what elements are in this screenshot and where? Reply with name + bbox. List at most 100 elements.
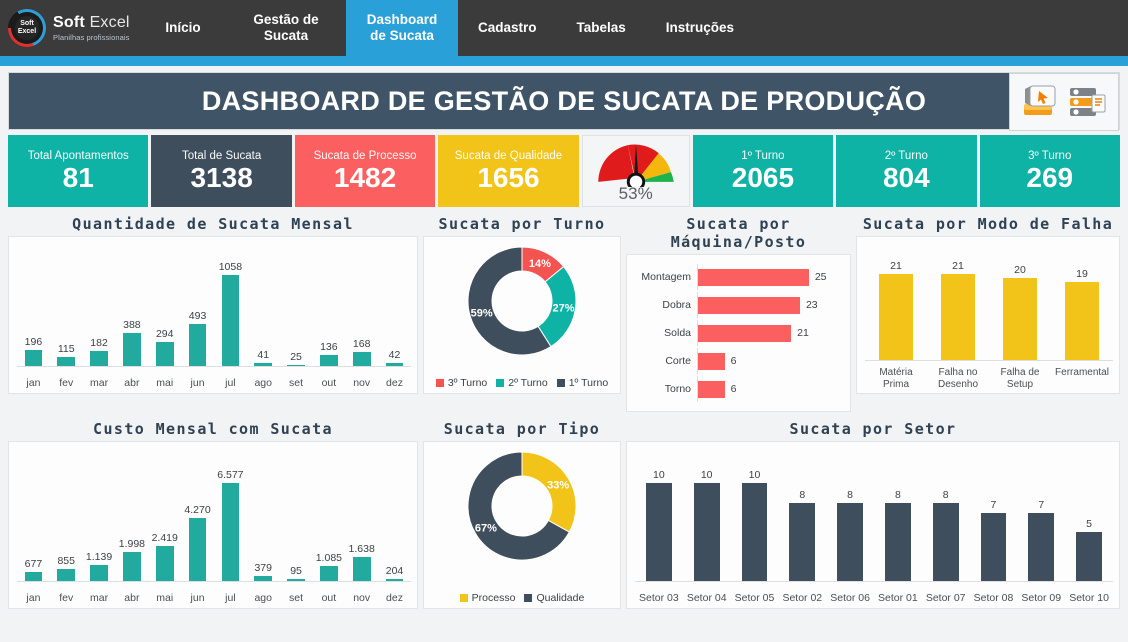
bar-column: 294 — [148, 243, 181, 367]
legend-swatch — [524, 594, 533, 602]
bar-value-label: 1.139 — [85, 550, 113, 563]
bar-column: 42 — [378, 243, 411, 367]
bar-value-label: 677 — [24, 557, 43, 570]
bar — [698, 268, 809, 286]
gauge-value-label: 53% — [618, 184, 653, 203]
brand-text: Soft Excel Planilhas profissionais — [53, 14, 130, 42]
bar-column: 7 — [970, 448, 1018, 582]
x-axis-tick-label: out — [321, 592, 337, 604]
logo-text-line2: Excel — [17, 28, 37, 35]
dashboard-root: Soft Excel Soft Excel Planilhas profissi… — [0, 0, 1128, 642]
nav-item-tabelas[interactable]: Tabelas — [557, 0, 646, 56]
bar — [741, 482, 768, 582]
bar-column: 21 — [927, 243, 989, 361]
column-chart: 677 855 1.139 1.998 2.419 4.270 6.577 379 95 1.08… — [9, 442, 417, 608]
bar-column: 19 — [1051, 243, 1113, 361]
bar — [1003, 277, 1037, 361]
database-icon[interactable] — [1067, 82, 1109, 122]
brand-logo[interactable]: Soft Excel Soft Excel Planilhas profissi… — [0, 0, 140, 56]
bar-column: 493 — [181, 243, 214, 367]
chart-sucata-por-turno: 14% 27% 59% 3º Turno 2º Turno 1º Turno — [423, 236, 621, 394]
kpi-value: 3138 — [190, 161, 253, 193]
x-axis-tick-label: jun — [190, 592, 205, 604]
legend-item[interactable]: 1º Turno — [556, 377, 608, 389]
nav-item-inicio[interactable]: Início — [140, 0, 226, 56]
bar-value-label: 1.998 — [118, 537, 146, 550]
bar — [932, 502, 959, 582]
kpi-value: 2065 — [731, 161, 795, 193]
x-axis-tick-label: abr — [124, 377, 140, 389]
bar-value-label: 7 — [1038, 498, 1045, 511]
legend-label: Processo — [471, 592, 516, 604]
x-axis-tick-label: abr — [124, 592, 140, 604]
nav-item-dashboard-sucata[interactable]: Dashboard de Sucata — [346, 0, 458, 56]
nav-item-instrucoes[interactable]: Instruções — [646, 0, 754, 56]
bar — [1065, 282, 1099, 361]
donut-chart: 33% 67% Processo Qualidade — [424, 442, 620, 608]
kpi-label: 3º Turno — [1028, 149, 1072, 162]
bar-value-label: 2.419 — [151, 531, 178, 544]
kpi-total-apontamentos: Total Apontamentos 81 — [8, 135, 149, 207]
title-icon-group — [1009, 73, 1119, 131]
x-axis-tick-label: mai — [156, 377, 174, 389]
kpi-label: Total de Sucata — [181, 149, 262, 162]
charts-row-1: Quantidade de Sucata Mensal 196 115 182 388… — [8, 213, 1120, 412]
chart-quantidade-mensal: 196 115 182 388 294 493 1058 41 25 136 168 42 jan fev… — [8, 236, 418, 394]
x-axis-tick-label: Setor 06 — [830, 592, 870, 604]
legend-item[interactable]: Qualidade — [524, 592, 584, 604]
x-axis-tick-label: nov — [353, 592, 371, 604]
x-axis-line — [17, 581, 411, 582]
bar — [123, 551, 141, 582]
screen-cursor-icon[interactable] — [1019, 82, 1061, 122]
bar-column: 8 — [874, 448, 922, 582]
column-chart: 10 10 10 8 8 8 8 7 7 5 Setor 03 Setor 04 Setor 05 Set… — [627, 442, 1119, 608]
bar — [90, 564, 108, 582]
kpi-label: Sucata de Qualidade — [454, 149, 563, 162]
x-axis-line — [635, 581, 1113, 582]
bar-value-label: 95 — [290, 565, 302, 578]
bar — [1076, 532, 1102, 582]
x-axis-tick-label: fev — [59, 377, 74, 389]
bar-column: 8 — [922, 448, 970, 582]
nav-item-gestao-sucata[interactable]: Gestão de Sucata — [226, 0, 346, 56]
bar — [698, 296, 800, 314]
legend-item[interactable]: Processo — [459, 592, 516, 604]
column-chart: 21 21 20 19 Matéria Prima Falha no Desenho Fal… — [857, 237, 1119, 393]
bar — [188, 324, 207, 367]
x-axis-tick-label: out — [321, 377, 337, 389]
bar-column: 136 — [312, 243, 345, 367]
dashboard-title-bar: DASHBOARD DE GESTÃO DE SUCATA DE PRODUÇÃ… — [8, 72, 1120, 131]
legend-item[interactable]: 3º Turno — [435, 377, 487, 389]
legend-item[interactable]: 2º Turno — [496, 377, 548, 389]
bar-column: 1.638 — [345, 448, 378, 582]
bar-column: 21 — [865, 243, 927, 361]
nav-item-cadastro[interactable]: Cadastro — [458, 0, 557, 56]
bar-value-label: 294 — [155, 327, 174, 340]
bar — [646, 482, 672, 582]
bar-column: 379 — [247, 448, 280, 582]
bar — [352, 557, 371, 582]
bar-value-label: 10 — [700, 468, 713, 481]
donut-svg: 33% 67% — [467, 451, 577, 561]
panel-sucata-por-tipo: Sucata por Tipo 33% 67% Processo Qualidade — [423, 418, 621, 609]
x-axis-line — [865, 360, 1113, 361]
x-axis-tick-label: jan — [26, 592, 41, 604]
bar-value-label: 168 — [352, 338, 371, 351]
bar — [24, 350, 43, 367]
bar-value-label: 42 — [388, 349, 401, 362]
donut-svg: 14% 27% 59% — [467, 246, 577, 356]
bar-category-label: Solda — [664, 327, 691, 339]
panel-title: Sucata por Turno — [438, 215, 606, 233]
kpi-label: Total Apontamentos — [27, 149, 129, 162]
donut-slice-label: 33% — [547, 480, 569, 492]
bar-value-label: 8 — [942, 488, 949, 501]
bar-column: 95 — [280, 448, 313, 582]
bar-track: 25 — [697, 264, 844, 290]
charts-row-2: Custo Mensal com Sucata 677 855 1.139 1.998… — [8, 418, 1120, 609]
kpi-label: 1º Turno — [741, 149, 785, 162]
nav-items: Início Gestão de Sucata Dashboard de Suc… — [140, 0, 1128, 56]
bar — [90, 351, 108, 367]
bar-value-label: 196 — [24, 336, 43, 349]
bar-column: 2.419 — [148, 448, 181, 582]
bar-column: 7 — [1017, 448, 1065, 582]
